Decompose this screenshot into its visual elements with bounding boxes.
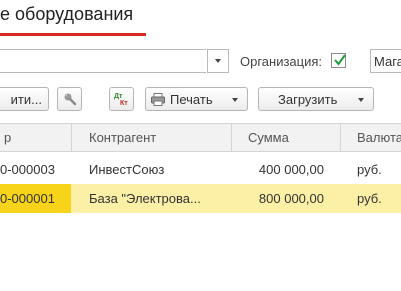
table-row[interactable]: 0-000003 ИнвестСоюз 400 000,00 руб. bbox=[0, 155, 401, 184]
title-underline bbox=[0, 33, 146, 36]
choose-button[interactable]: ити... bbox=[0, 87, 49, 111]
row-amount: 800 000,00 bbox=[258, 191, 324, 206]
svg-text:Кт: Кт bbox=[120, 100, 128, 107]
print-button-label: Печать bbox=[170, 91, 213, 107]
table-row[interactable]: 0-000001 База "Электрова... 800 000,00 р… bbox=[0, 184, 401, 213]
organization-checkbox[interactable] bbox=[331, 53, 346, 68]
print-button[interactable]: Печать bbox=[145, 87, 248, 111]
svg-text:Дт: Дт bbox=[114, 93, 123, 100]
chevron-down-icon bbox=[215, 59, 221, 63]
chevron-down-icon bbox=[232, 98, 238, 102]
organization-label: Организация: bbox=[240, 54, 323, 69]
table-header: р Контрагент Сумма Валюта bbox=[0, 123, 401, 152]
column-header-number[interactable]: р bbox=[4, 124, 11, 151]
column-divider bbox=[71, 124, 72, 151]
checkmark-icon bbox=[334, 54, 346, 66]
row-counterparty: База "Электрова... bbox=[89, 191, 201, 206]
row-number: 0-000001 bbox=[0, 184, 71, 213]
dt-kt-icon: Дт Кт bbox=[114, 93, 128, 107]
row-counterparty: ИнвестСоюз bbox=[89, 162, 165, 177]
link-icon bbox=[64, 93, 76, 106]
link-button[interactable] bbox=[57, 87, 82, 111]
search-dropdown-button[interactable] bbox=[207, 49, 229, 73]
organization-field[interactable]: Мага bbox=[370, 49, 401, 73]
chevron-down-icon bbox=[358, 98, 364, 102]
printer-icon bbox=[151, 92, 165, 106]
choose-button-label: ити... bbox=[10, 91, 42, 107]
column-header-currency[interactable]: Валюта bbox=[357, 124, 401, 151]
row-number: 0-000003 bbox=[0, 162, 55, 177]
column-header-counterparty[interactable]: Контрагент bbox=[89, 124, 156, 151]
column-header-amount[interactable]: Сумма bbox=[248, 124, 289, 151]
row-currency: руб. bbox=[357, 162, 382, 177]
search-input[interactable] bbox=[0, 49, 206, 73]
column-divider bbox=[231, 124, 232, 151]
column-divider bbox=[340, 124, 341, 151]
row-amount: 400 000,00 bbox=[258, 162, 324, 177]
page-title: е оборудования bbox=[0, 4, 134, 24]
row-currency: руб. bbox=[357, 191, 382, 206]
dt-kt-button[interactable]: Дт Кт bbox=[109, 87, 134, 111]
load-button-label: Загрузить bbox=[278, 91, 338, 107]
load-button[interactable]: Загрузить bbox=[258, 87, 374, 111]
